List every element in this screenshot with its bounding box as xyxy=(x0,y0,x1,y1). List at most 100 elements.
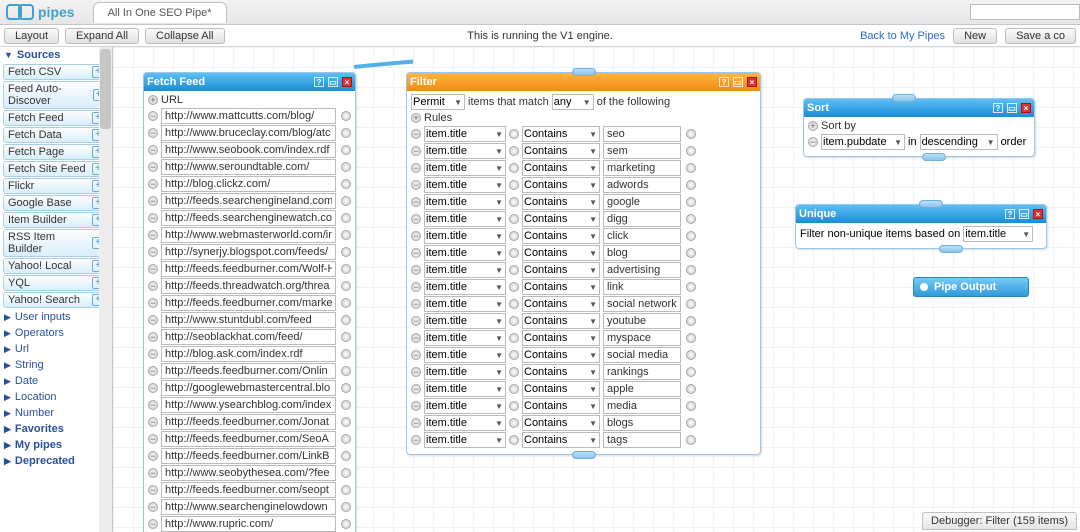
value-port[interactable] xyxy=(509,231,519,241)
rule-value-input[interactable] xyxy=(603,347,681,363)
search-input[interactable] xyxy=(970,4,1080,20)
rule-value-input[interactable] xyxy=(603,262,681,278)
remove-row-icon[interactable] xyxy=(148,264,158,274)
rule-op-select[interactable]: Contains xyxy=(522,364,600,380)
remove-row-icon[interactable] xyxy=(148,468,158,478)
remove-row-icon[interactable] xyxy=(411,265,421,275)
value-port[interactable] xyxy=(341,366,351,376)
value-port[interactable] xyxy=(509,248,519,258)
value-port[interactable] xyxy=(686,384,696,394)
url-input[interactable] xyxy=(161,397,336,413)
value-port[interactable] xyxy=(509,367,519,377)
minimize-icon[interactable]: ▭ xyxy=(1007,103,1017,113)
remove-row-icon[interactable] xyxy=(148,281,158,291)
value-port[interactable] xyxy=(341,298,351,308)
value-port[interactable] xyxy=(341,417,351,427)
remove-row-icon[interactable] xyxy=(411,248,421,258)
sidebar-category[interactable]: ▶Url xyxy=(0,341,112,357)
remove-row-icon[interactable] xyxy=(148,366,158,376)
value-port[interactable] xyxy=(509,333,519,343)
value-port[interactable] xyxy=(686,316,696,326)
url-input[interactable] xyxy=(161,363,336,379)
url-input[interactable] xyxy=(161,159,336,175)
value-port[interactable] xyxy=(509,418,519,428)
remove-row-icon[interactable] xyxy=(411,146,421,156)
add-url-icon[interactable] xyxy=(148,95,158,105)
value-port[interactable] xyxy=(686,231,696,241)
rule-value-input[interactable] xyxy=(603,381,681,397)
rule-field-select[interactable]: item.title xyxy=(424,398,506,414)
any-select[interactable]: any xyxy=(552,94,594,110)
remove-row-icon[interactable] xyxy=(148,451,158,461)
value-port[interactable] xyxy=(686,146,696,156)
value-port[interactable] xyxy=(341,349,351,359)
remove-row-icon[interactable] xyxy=(411,418,421,428)
add-sort-icon[interactable] xyxy=(808,121,818,131)
rule-value-input[interactable] xyxy=(603,330,681,346)
module-unique[interactable]: Unique ? ▭ × Filter non-unique items bas… xyxy=(795,204,1047,249)
remove-row-icon[interactable] xyxy=(148,162,158,172)
close-icon[interactable]: × xyxy=(1021,103,1031,113)
rule-field-select[interactable]: item.title xyxy=(424,143,506,159)
remove-row-icon[interactable] xyxy=(411,367,421,377)
value-port[interactable] xyxy=(341,179,351,189)
rule-field-select[interactable]: item.title xyxy=(424,279,506,295)
unique-field-select[interactable]: item.title xyxy=(963,226,1033,242)
url-input[interactable] xyxy=(161,516,336,532)
remove-row-icon[interactable] xyxy=(148,417,158,427)
value-port[interactable] xyxy=(509,350,519,360)
remove-row-icon[interactable] xyxy=(148,298,158,308)
minimize-icon[interactable]: ▭ xyxy=(733,77,743,87)
sidebar-source-item[interactable]: Yahoo! Search+ xyxy=(3,292,109,308)
remove-row-icon[interactable] xyxy=(411,231,421,241)
module-titlebar[interactable]: Fetch Feed ? ▭ × xyxy=(144,73,355,91)
value-port[interactable] xyxy=(509,146,519,156)
rule-op-select[interactable]: Contains xyxy=(522,296,600,312)
sidebar-source-item[interactable]: RSS Item Builder+ xyxy=(3,229,109,257)
value-port[interactable] xyxy=(341,502,351,512)
document-tab[interactable]: All In One SEO Pipe* xyxy=(93,2,227,23)
remove-row-icon[interactable] xyxy=(148,349,158,359)
sidebar-category[interactable]: ▶User inputs xyxy=(0,309,112,325)
layout-button[interactable]: Layout xyxy=(4,28,59,44)
sidebar-source-item[interactable]: Fetch CSV+ xyxy=(3,64,109,80)
collapse-all-button[interactable]: Collapse All xyxy=(145,28,224,44)
sidebar-source-item[interactable]: Google Base+ xyxy=(3,195,109,211)
value-port[interactable] xyxy=(341,264,351,274)
input-port[interactable] xyxy=(572,68,596,76)
rule-value-input[interactable] xyxy=(603,211,681,227)
url-input[interactable] xyxy=(161,312,336,328)
scrollbar-thumb[interactable] xyxy=(100,49,111,129)
value-port[interactable] xyxy=(686,248,696,258)
rule-op-select[interactable]: Contains xyxy=(522,330,600,346)
rule-op-select[interactable]: Contains xyxy=(522,245,600,261)
value-port[interactable] xyxy=(341,196,351,206)
sidebar-category[interactable]: ▶Location xyxy=(0,389,112,405)
sidebar-source-item[interactable]: Item Builder+ xyxy=(3,212,109,228)
rule-field-select[interactable]: item.title xyxy=(424,177,506,193)
value-port[interactable] xyxy=(686,350,696,360)
value-port[interactable] xyxy=(341,400,351,410)
remove-row-icon[interactable] xyxy=(411,282,421,292)
pipe-output[interactable]: Pipe Output xyxy=(913,277,1029,297)
rule-field-select[interactable]: item.title xyxy=(424,364,506,380)
remove-row-icon[interactable] xyxy=(411,299,421,309)
value-port[interactable] xyxy=(341,111,351,121)
value-port[interactable] xyxy=(341,128,351,138)
remove-row-icon[interactable] xyxy=(148,111,158,121)
remove-row-icon[interactable] xyxy=(411,180,421,190)
value-port[interactable] xyxy=(341,383,351,393)
remove-row-icon[interactable] xyxy=(411,163,421,173)
value-port[interactable] xyxy=(341,451,351,461)
rule-op-select[interactable]: Contains xyxy=(522,228,600,244)
rule-op-select[interactable]: Contains xyxy=(522,381,600,397)
save-button[interactable]: Save a co xyxy=(1005,28,1076,44)
value-port[interactable] xyxy=(341,485,351,495)
url-input[interactable] xyxy=(161,108,336,124)
input-port[interactable] xyxy=(919,200,943,208)
rule-field-select[interactable]: item.title xyxy=(424,313,506,329)
remove-row-icon[interactable] xyxy=(148,383,158,393)
url-input[interactable] xyxy=(161,448,336,464)
rule-field-select[interactable]: item.title xyxy=(424,381,506,397)
sidebar-source-item[interactable]: Fetch Feed+ xyxy=(3,110,109,126)
